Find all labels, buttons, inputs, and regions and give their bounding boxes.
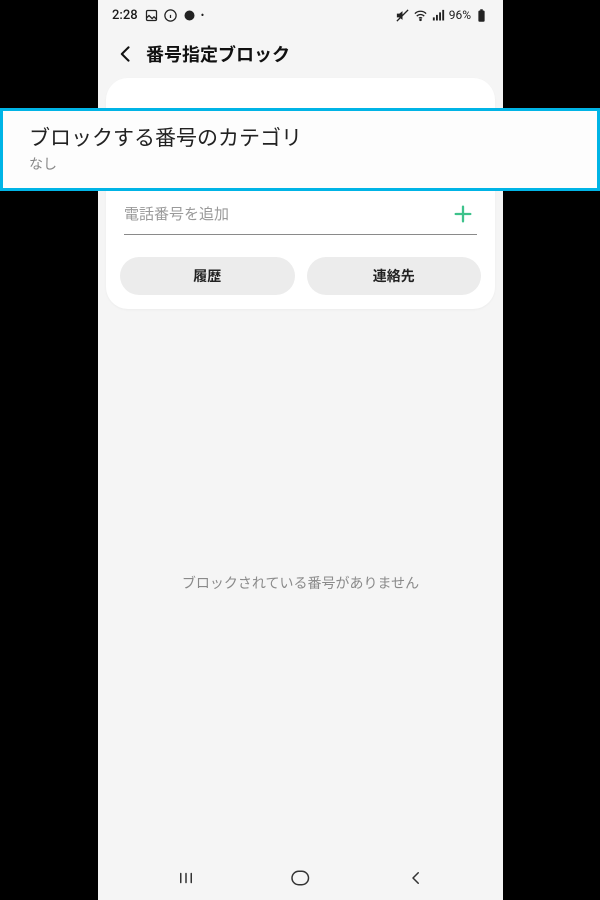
back-button[interactable] [108, 36, 144, 72]
system-nav-bar [98, 856, 503, 900]
add-button[interactable] [449, 200, 477, 228]
image-icon [144, 8, 159, 23]
page-title: 番号指定ブロック [146, 41, 290, 67]
signal-icon [431, 8, 446, 23]
add-number-row [124, 196, 477, 235]
phone-number-input[interactable] [124, 205, 443, 223]
category-row[interactable]: ブロックする番号のカテゴリ なし [0, 108, 600, 191]
category-title: ブロックする番号のカテゴリ [29, 125, 571, 153]
status-bar: 2:28 • 96% [98, 0, 503, 30]
home-button[interactable] [271, 863, 331, 893]
status-left: 2:28 • [112, 8, 204, 23]
nav-back-button[interactable] [386, 863, 446, 893]
status-time: 2:28 [112, 8, 138, 23]
app-header: 番号指定ブロック [98, 30, 503, 78]
empty-state: ブロックされている番号がありません [98, 309, 503, 856]
battery-pct: 96% [449, 8, 471, 22]
mute-icon [395, 8, 410, 23]
contacts-button[interactable]: 連絡先 [307, 257, 482, 295]
status-dot: • [201, 9, 205, 22]
battery-icon [474, 8, 489, 23]
empty-message: ブロックされている番号がありません [182, 573, 419, 593]
category-subtitle: なし [29, 154, 571, 174]
source-buttons: 履歴 連絡先 [118, 257, 483, 295]
info-icon [163, 8, 178, 23]
status-right: 96% [395, 8, 489, 23]
profile-icon [182, 8, 197, 23]
history-button[interactable]: 履歴 [120, 257, 295, 295]
wifi-icon [413, 8, 428, 23]
recents-button[interactable] [156, 863, 216, 893]
